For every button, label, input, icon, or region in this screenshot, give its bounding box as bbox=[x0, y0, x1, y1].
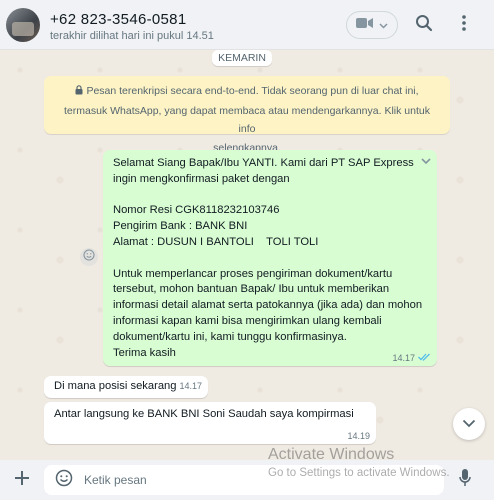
chevron-down-icon bbox=[379, 16, 388, 34]
message-time: 14.17 bbox=[392, 353, 415, 363]
message-input-box bbox=[44, 465, 444, 495]
message-line: Nomor Resi CGK8118232103746 bbox=[113, 204, 280, 217]
message-bubble-outgoing[interactable]: Selamat Siang Bapak/Ibu YANTI. Kami dari… bbox=[103, 150, 437, 366]
scroll-to-bottom-button[interactable] bbox=[453, 408, 485, 440]
contact-name[interactable]: +62 823-3546-0581 bbox=[50, 11, 186, 28]
menu-button[interactable] bbox=[452, 13, 476, 37]
message-text: Antar langsung ke BANK BNI Soni Saudah s… bbox=[54, 408, 354, 420]
message-line: informasi detail alamat serta patokannya… bbox=[113, 299, 423, 312]
search-button[interactable] bbox=[412, 13, 436, 37]
message-time: 14.19 bbox=[347, 431, 370, 441]
message-composer bbox=[0, 460, 494, 500]
message-line: Untuk memperlancar proses pengiriman dok… bbox=[113, 267, 393, 280]
encryption-notice-line: termasuk WhatsApp, yang dapat membaca at… bbox=[64, 104, 430, 136]
attach-button[interactable] bbox=[10, 468, 34, 492]
voice-message-button[interactable] bbox=[455, 468, 475, 493]
message-bubble-incoming[interactable]: Antar langsung ke BANK BNI Soni Saudah s… bbox=[44, 402, 376, 444]
message-input[interactable] bbox=[84, 470, 424, 490]
emoji-button[interactable] bbox=[54, 469, 74, 492]
chat-panel[interactable]: KEMARIN Pesan terenkripsi secara end-to-… bbox=[0, 50, 494, 460]
encryption-notice-line: Pesan terenkripsi secara end-to-end. Tid… bbox=[58, 82, 436, 102]
message-menu-chevron-icon[interactable] bbox=[421, 156, 431, 168]
microphone-icon bbox=[459, 468, 471, 493]
message-line: Terima kasih bbox=[113, 346, 176, 359]
date-chip: KEMARIN bbox=[212, 50, 272, 66]
message-meta: 14.17 bbox=[392, 353, 431, 363]
message-text: Di mana posisi sekarang bbox=[54, 380, 177, 392]
encryption-notice[interactable]: Pesan terenkripsi secara end-to-end. Tid… bbox=[44, 76, 450, 154]
emoji-reaction-button[interactable] bbox=[80, 248, 98, 266]
smiley-icon bbox=[83, 248, 95, 266]
message-line: ingin mengkonfirmasi paket dengan bbox=[113, 172, 290, 185]
message-line: Selamat Siang Bapak/Ibu YANTI. Kami dari… bbox=[113, 157, 414, 169]
video-call-button[interactable] bbox=[346, 11, 398, 39]
message-bubble-incoming[interactable]: Di mana posisi sekarang 14.17 bbox=[44, 376, 208, 398]
chevron-down-icon bbox=[462, 415, 476, 433]
last-seen-status: terakhir dilihat hari ini pukul 14.51 bbox=[50, 30, 214, 42]
avatar[interactable] bbox=[6, 8, 40, 42]
lock-icon bbox=[75, 83, 83, 102]
video-call-icon bbox=[356, 16, 374, 34]
menu-icon bbox=[461, 14, 467, 37]
plus-icon bbox=[14, 470, 30, 491]
message-line: Pengirim Bank : BANK BNI bbox=[113, 220, 248, 233]
message-time: 14.17 bbox=[179, 381, 202, 391]
search-icon bbox=[415, 14, 433, 37]
message-line: Alamat : DUSUN I BANTOLI TOLI TOLI bbox=[113, 235, 319, 248]
smiley-icon bbox=[55, 469, 73, 492]
message-line: informasi kapan kami bisa mengirimkan ul… bbox=[113, 314, 382, 327]
chat-header: +62 823-3546-0581 terakhir dilihat hari … bbox=[0, 0, 494, 50]
read-receipt-icon bbox=[418, 353, 431, 363]
message-line: dokument/kartu ini, kami tunggu konfirma… bbox=[113, 330, 347, 343]
message-line: tersebut, mohon bantuan Bapak/ Ibu untuk… bbox=[113, 283, 390, 296]
